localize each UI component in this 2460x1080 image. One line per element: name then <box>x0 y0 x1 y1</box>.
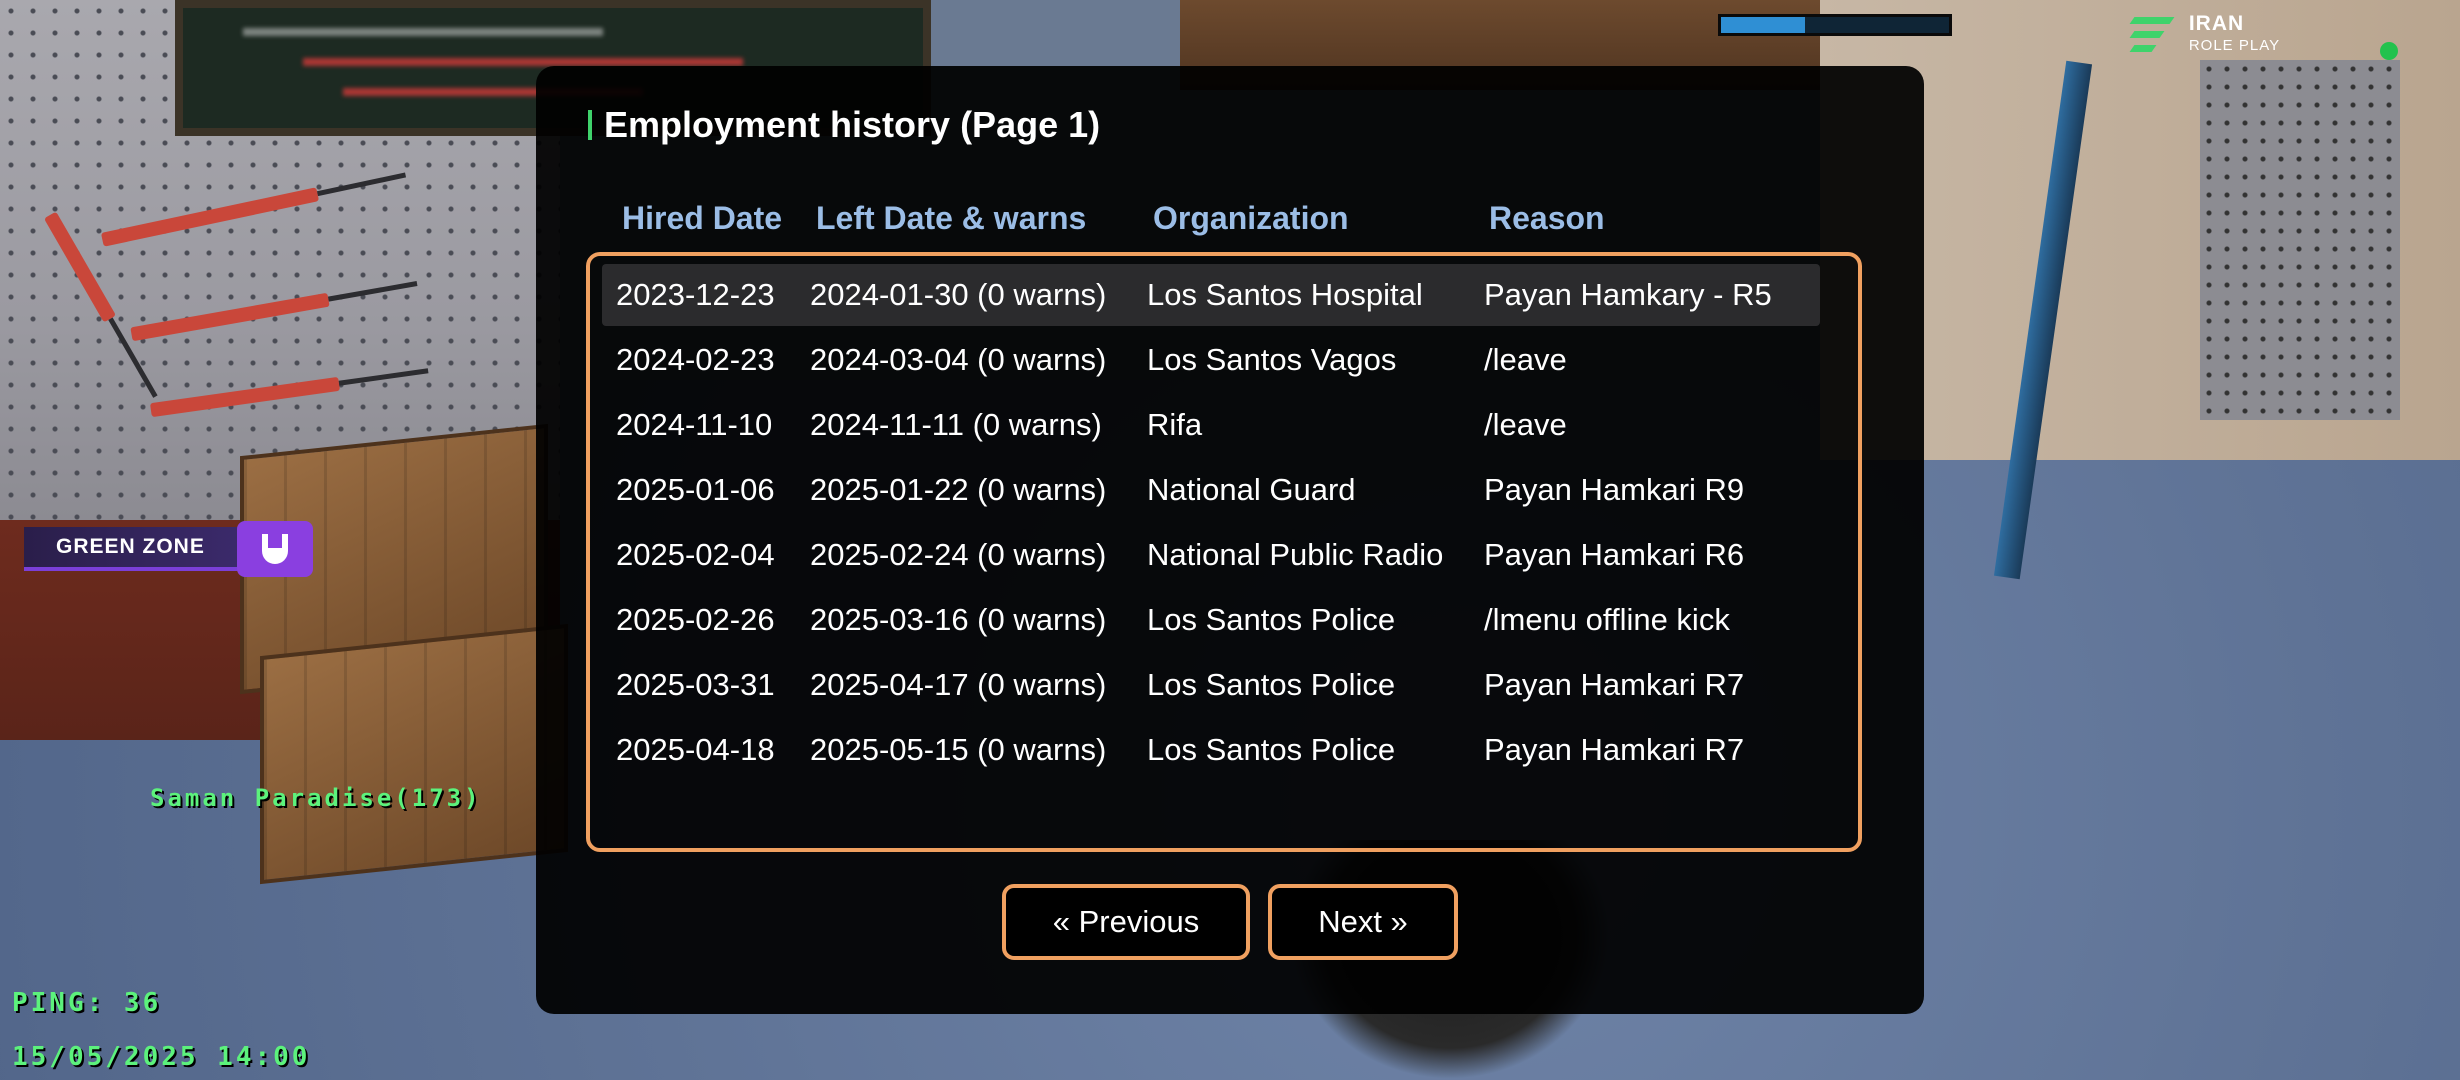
player-name-tag: Saman Paradise(173) <box>150 784 482 812</box>
previous-button[interactable]: « Previous <box>1002 884 1250 960</box>
zone-indicator: GREEN ZONE <box>24 521 313 577</box>
table-row[interactable]: 2025-01-06 2025-01-22 (0 warns) National G… <box>602 459 1820 521</box>
cell-org: Los Santos Police <box>1147 602 1396 637</box>
column-header-organization: Organization <box>1153 200 1349 236</box>
table-row[interactable]: 2025-02-04 2025-02-24 (0 warns) National P… <box>602 524 1820 586</box>
cell-reason: Payan Hamkari R7 <box>1484 667 1745 702</box>
logo-line2: ROLE PLAY <box>2188 37 2281 54</box>
cell-reason: /leave <box>1484 342 1567 377</box>
cell-left: 2025-05-15 (0 warns) <box>810 732 1107 767</box>
cell-left: 2024-03-04 (0 warns) <box>810 342 1107 377</box>
zone-label: GREEN ZONE <box>24 527 241 571</box>
table-row[interactable]: 2024-02-23 2024-03-04 (0 warns) Los Santos… <box>602 329 1820 391</box>
cell-reason: Payan Hamkari R7 <box>1484 732 1745 767</box>
cell-hired: 2025-03-31 <box>616 667 775 702</box>
date-time: 15/05/2025 14:00 <box>12 1042 311 1072</box>
cell-reason: Payan Hamkary - R5 <box>1484 277 1772 312</box>
cell-reason: Payan Hamkari R6 <box>1484 537 1745 572</box>
cell-reason: /lmenu offline kick <box>1484 602 1730 637</box>
cell-hired: 2025-04-18 <box>616 732 775 767</box>
shield-icon <box>236 521 313 577</box>
cell-org: Los Santos Police <box>1147 667 1396 702</box>
cell-left: 2025-04-17 (0 warns) <box>810 667 1107 702</box>
cell-left: 2024-01-30 (0 warns) <box>810 277 1107 312</box>
crate <box>260 623 568 885</box>
cell-org: Los Santos Vagos <box>1147 342 1397 377</box>
cell-hired: 2023-12-23 <box>616 277 775 312</box>
cell-org: Rifa <box>1147 407 1203 442</box>
cell-left: 2024-11-11 (0 warns) <box>810 407 1102 442</box>
logo-line1: IRAN <box>2188 12 2245 35</box>
cell-reason: /leave <box>1484 407 1567 442</box>
server-logo: IRAN ROLE PLAY <box>2129 12 2281 56</box>
next-button[interactable]: Next » <box>1268 884 1458 960</box>
cell-hired: 2025-02-04 <box>616 537 775 572</box>
cell-left: 2025-03-16 (0 warns) <box>810 602 1107 637</box>
table-row[interactable]: 2024-11-10 2024-11-11 (0 warns) Rifa/leave <box>602 394 1820 456</box>
right-panel <box>2200 60 2400 420</box>
table-row[interactable]: 2023-12-23 2024-01-30 (0 warns) Los Santos… <box>602 264 1820 326</box>
cell-hired: 2025-02-26 <box>616 602 775 637</box>
dialog-title-text: Employment history (Page 1) <box>604 104 1101 145</box>
health-bar-fill <box>1721 17 1806 33</box>
cell-hired: 2024-11-10 <box>616 407 773 442</box>
cell-org: Los Santos Police <box>1147 732 1396 767</box>
connection-status-icon <box>2380 42 2398 60</box>
dialog-title: Employment history (Page 1) <box>588 104 1100 146</box>
cell-org: National Public Radio <box>1147 537 1444 572</box>
column-header-reason: Reason <box>1489 200 1605 236</box>
cell-left: 2025-02-24 (0 warns) <box>810 537 1107 572</box>
title-accent <box>588 110 592 140</box>
column-header-hired: Hired Date <box>622 200 783 236</box>
logo-icon <box>2129 15 2176 55</box>
table-row[interactable]: 2025-03-31 2025-04-17 (0 warns) Los Santos… <box>602 654 1820 716</box>
history-table: 2023-12-23 2024-01-30 (0 warns) Los Santos… <box>586 252 1862 852</box>
employment-history-dialog: Employment history (Page 1) Hired Date L… <box>536 66 1924 1014</box>
health-bar <box>1718 14 1952 36</box>
column-header-left: Left Date & warns <box>816 200 1087 236</box>
table-row[interactable]: 2025-02-26 2025-03-16 (0 warns) Los Santos… <box>602 589 1820 651</box>
cell-reason: Payan Hamkari R9 <box>1484 472 1745 507</box>
cell-org: National Guard <box>1147 472 1356 507</box>
cell-left: 2025-01-22 (0 warns) <box>810 472 1107 507</box>
cell-org: Los Santos Hospital <box>1147 277 1423 312</box>
cell-hired: 2024-02-23 <box>616 342 775 377</box>
cell-hired: 2025-01-06 <box>616 472 775 507</box>
ping-readout: PING: 36 <box>12 988 162 1018</box>
table-row[interactable]: 2025-04-18 2025-05-15 (0 warns) Los Santos… <box>602 719 1820 781</box>
